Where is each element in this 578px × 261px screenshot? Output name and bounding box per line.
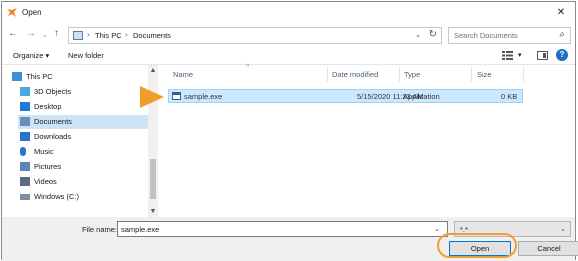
application-file-icon xyxy=(172,92,181,100)
sidebar-item-label: This PC xyxy=(26,72,53,81)
column-separator[interactable] xyxy=(327,67,328,82)
sidebar-item-label: Documents xyxy=(34,117,72,126)
sidebar-item-label: 3D Objects xyxy=(34,87,72,96)
refresh-button[interactable]: ↻ xyxy=(429,29,437,40)
column-separator[interactable] xyxy=(523,67,524,82)
sort-indicator-icon: ^ xyxy=(246,64,250,71)
pictures-icon xyxy=(20,162,30,171)
file-size: 0 KB xyxy=(501,92,518,101)
sidebar-item-this-pc[interactable]: This PC xyxy=(12,70,142,84)
breadcrumb-separator-icon: › xyxy=(87,30,90,39)
drive-icon xyxy=(20,194,30,200)
sidebar-item-label: Downloads xyxy=(34,132,72,141)
search-icon: ⌕ xyxy=(559,29,565,40)
column-header-name[interactable]: Name xyxy=(173,70,193,79)
scroll-down-icon[interactable]: ▼ xyxy=(148,208,158,215)
desktop-icon xyxy=(20,102,30,111)
breadcrumb-this-pc[interactable]: This PC xyxy=(95,31,122,40)
forward-button[interactable]: → xyxy=(26,28,36,39)
close-button[interactable]: ✕ xyxy=(551,4,571,22)
sidebar-item-label: Windows (C:) xyxy=(34,192,80,201)
search-box[interactable]: Search Documents ⌕ xyxy=(448,27,571,44)
navigation-pane: This PC 3D Objects Desktop Documents Dow… xyxy=(2,65,160,217)
window-title: Open xyxy=(22,8,42,17)
cancel-button[interactable]: Cancel xyxy=(518,241,578,256)
table-row[interactable]: sample.exe 5/15/2020 11:23 AM Applicatio… xyxy=(168,89,523,103)
column-separator[interactable] xyxy=(399,67,400,82)
recent-locations-button[interactable]: ⌄ xyxy=(42,31,48,39)
breadcrumb-separator-icon: › xyxy=(125,30,128,39)
view-options-icon[interactable] xyxy=(502,51,513,60)
open-dialog: Open ✕ ← → ⌄ ↑ › This PC › Documents ⌄ ↻… xyxy=(1,1,578,261)
sidebar-item-music[interactable]: Music xyxy=(20,145,142,159)
address-row: ← → ⌄ ↑ › This PC › Documents ⌄ ↻ Search… xyxy=(2,26,575,46)
address-bar[interactable]: › This PC › Documents ⌄ ↻ xyxy=(68,27,442,44)
address-dropdown-icon[interactable]: ⌄ xyxy=(415,31,421,39)
sidebar-item-pictures[interactable]: Pictures xyxy=(20,160,142,174)
pointer-arrow-icon xyxy=(140,86,164,108)
column-header-date-modified[interactable]: Date modified xyxy=(332,70,378,79)
column-header-type[interactable]: Type xyxy=(404,70,420,79)
search-input[interactable]: Search Documents xyxy=(454,31,518,40)
sidebar-item-windows-c[interactable]: Windows (C:) xyxy=(20,190,142,204)
up-button[interactable]: ↑ xyxy=(54,28,59,39)
scroll-up-icon[interactable]: ▲ xyxy=(148,67,158,74)
filter-dropdown-icon[interactable]: ⌄ xyxy=(560,225,566,233)
downloads-icon xyxy=(20,132,30,141)
app-icon xyxy=(7,8,17,17)
scroll-thumb[interactable] xyxy=(150,159,156,199)
sidebar-item-label: Desktop xyxy=(34,102,62,111)
sidebar-item-label: Pictures xyxy=(34,162,62,171)
column-header-size[interactable]: Size xyxy=(477,70,492,79)
documents-icon xyxy=(20,117,30,126)
highlight-ring xyxy=(437,233,517,258)
sidebar-item-documents[interactable]: Documents xyxy=(18,115,148,129)
music-icon xyxy=(20,147,26,156)
file-name-dropdown-icon[interactable]: ⌄ xyxy=(434,225,440,233)
file-name: sample.exe xyxy=(184,92,223,101)
file-type: Application xyxy=(403,92,440,101)
videos-icon xyxy=(20,177,30,186)
file-name-label: File name: xyxy=(82,225,118,234)
view-dropdown-icon[interactable]: ▾ xyxy=(518,51,522,59)
column-separator[interactable] xyxy=(471,67,472,82)
title-bar: Open ✕ xyxy=(2,2,575,24)
help-icon[interactable]: ? xyxy=(556,49,568,61)
sidebar-item-label: Music xyxy=(34,147,54,156)
breadcrumb-documents[interactable]: Documents xyxy=(133,31,171,40)
file-list: ^ Name Date modified Type Size sample.ex… xyxy=(162,64,575,217)
this-pc-icon xyxy=(73,31,83,40)
toolbar: Organize ▾ New folder ▾ ? xyxy=(2,48,575,64)
file-name-input[interactable] xyxy=(117,221,448,237)
sidebar-item-label: Videos xyxy=(34,177,57,186)
sidebar-item-videos[interactable]: Videos xyxy=(20,175,142,189)
3d-objects-icon xyxy=(20,87,30,96)
sidebar-item-3d-objects[interactable]: 3D Objects xyxy=(20,85,142,99)
new-folder-button[interactable]: New folder xyxy=(68,51,104,60)
this-pc-icon xyxy=(12,72,22,81)
preview-pane-icon[interactable] xyxy=(537,51,548,60)
sidebar-item-desktop[interactable]: Desktop xyxy=(20,100,142,114)
organize-button[interactable]: Organize ▾ xyxy=(13,51,49,60)
back-button[interactable]: ← xyxy=(8,28,18,39)
sidebar-item-downloads[interactable]: Downloads xyxy=(20,130,142,144)
